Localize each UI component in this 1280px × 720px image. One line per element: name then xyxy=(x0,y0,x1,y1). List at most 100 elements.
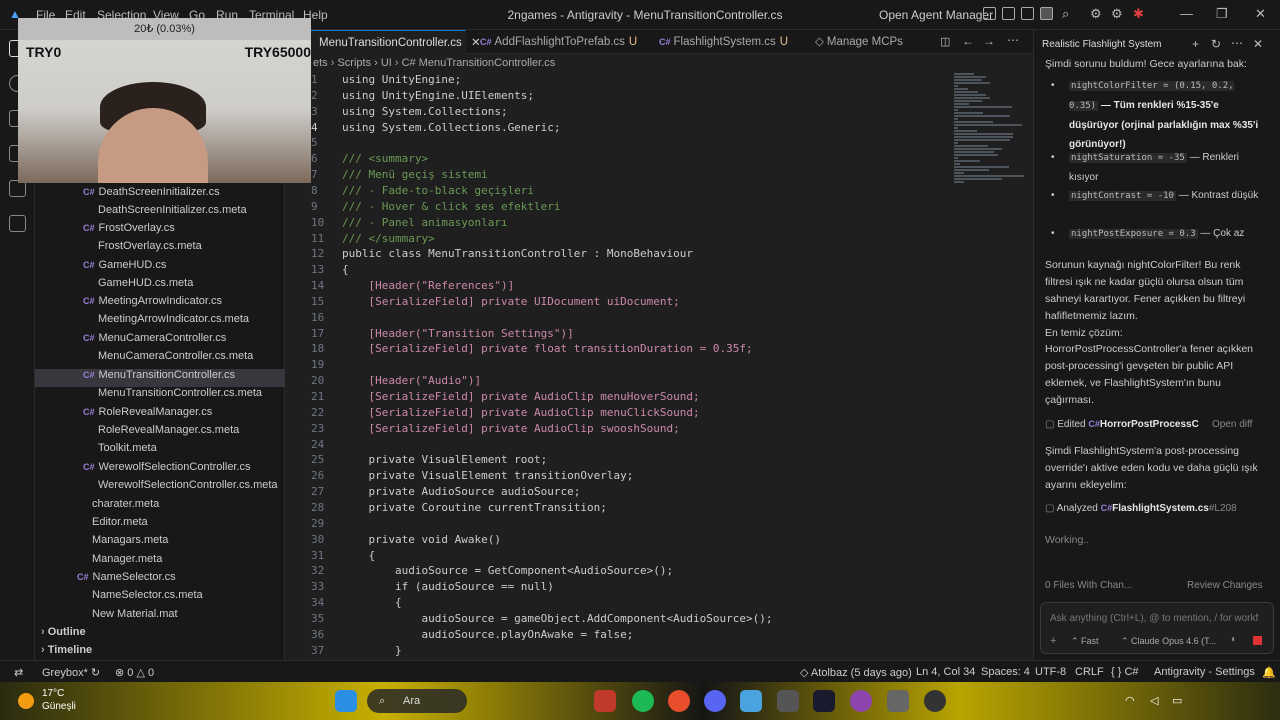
discord-icon[interactable] xyxy=(704,690,726,712)
code-line[interactable]: private Coroutine currentTransition; xyxy=(342,501,951,514)
code-line[interactable]: [SerializeField] private AudioClip menuC… xyxy=(342,406,951,419)
file-item[interactable]: Managars.meta xyxy=(35,534,285,552)
code-line[interactable]: using System.Collections; xyxy=(342,105,951,118)
file-item[interactable]: Manager.meta xyxy=(35,553,285,571)
code-line[interactable]: using UnityEngine.UIElements; xyxy=(342,89,951,102)
code-line[interactable]: /// - Hover & click ses efektleri xyxy=(342,200,951,213)
cursor-position[interactable]: Ln 4, Col 34 xyxy=(916,666,975,678)
file-item[interactable]: RoleRevealManager.cs.meta xyxy=(35,424,285,442)
store-icon[interactable] xyxy=(594,690,616,712)
file-item[interactable]: MenuCameraController.cs.meta xyxy=(35,350,285,368)
code-line[interactable]: public class MenuTransitionController : … xyxy=(342,247,951,260)
minimap[interactable] xyxy=(951,72,1031,432)
wifi-icon[interactable]: ◠ xyxy=(1125,694,1135,707)
extensions-icon[interactable] xyxy=(9,215,26,232)
file-item[interactable]: C# MeetingArrowIndicator.cs xyxy=(35,295,285,313)
language-mode[interactable]: { } C# xyxy=(1111,666,1139,678)
tab-flashlight-system[interactable]: C# FlashlightSystem.cs U xyxy=(651,30,801,54)
code-line[interactable]: private void Awake() xyxy=(342,533,951,546)
code-line[interactable]: [Header("Audio")] xyxy=(342,374,951,387)
file-item[interactable]: New Material.mat xyxy=(35,608,285,626)
volume-icon[interactable]: ◁ xyxy=(1150,694,1158,707)
code-line[interactable]: using UnityEngine; xyxy=(342,73,951,86)
review-changes-button[interactable]: Review Changes xyxy=(1187,580,1263,591)
file-item[interactable]: charater.meta xyxy=(35,498,285,516)
file-item[interactable]: FrostOverlay.cs.meta xyxy=(35,240,285,258)
file-item[interactable]: NameSelector.cs.meta xyxy=(35,589,285,607)
file-item[interactable]: Editor.meta xyxy=(35,516,285,534)
file-item[interactable]: DeathScreenInitializer.cs.meta xyxy=(35,204,285,222)
code-line[interactable]: using System.Collections.Generic; xyxy=(342,121,951,134)
code-line[interactable]: } xyxy=(342,644,951,657)
file-item[interactable]: C# FrostOverlay.cs xyxy=(35,222,285,240)
stop-button[interactable] xyxy=(1253,636,1262,645)
line-ending[interactable]: CRLF xyxy=(1075,666,1104,678)
taskbar-search[interactable]: ⌕ Ara xyxy=(367,689,467,713)
maximize-icon[interactable]: ❐ xyxy=(1216,6,1228,22)
tab-add-flashlight[interactable]: C# AddFlashlightToPrefab.cs U xyxy=(472,30,642,54)
code-line[interactable]: audioSource = GetComponent<AudioSource>(… xyxy=(342,564,951,577)
toggle-secondary-sidebar-icon[interactable] xyxy=(1040,7,1053,20)
add-context-icon[interactable]: + xyxy=(1050,635,1056,647)
extension-icon[interactable]: ✱ xyxy=(1133,6,1144,22)
close-panel-icon[interactable]: ✕ xyxy=(1253,37,1263,51)
edited-file-row[interactable]: ▢ Edited C#HorrorPostProcessC Open diff xyxy=(1045,419,1270,430)
recording-icon[interactable] xyxy=(924,690,946,712)
unity-icon[interactable] xyxy=(777,690,799,712)
breadcrumb[interactable]: ets › Scripts › UI › C# MenuTransitionCo… xyxy=(313,57,555,69)
file-item[interactable]: C# GameHUD.cs xyxy=(35,259,285,277)
toggle-sidebar-icon[interactable] xyxy=(1002,7,1015,20)
go-forward-icon[interactable]: → xyxy=(983,34,995,48)
minimize-icon[interactable]: — xyxy=(1180,6,1193,21)
mode-dropdown[interactable]: ⌃ Fast xyxy=(1071,636,1099,647)
close-window-icon[interactable]: ✕ xyxy=(1255,6,1266,22)
steam-icon[interactable] xyxy=(887,690,909,712)
layout-icon[interactable] xyxy=(983,7,996,20)
encoding[interactable]: UTF-8 xyxy=(1035,666,1066,678)
file-item[interactable]: C# RoleRevealManager.cs xyxy=(35,406,285,424)
tab-menu-transition-controller[interactable]: MenuTransitionController.cs ✕ xyxy=(311,30,481,54)
code-line[interactable]: private VisualElement transitionOverlay; xyxy=(342,469,951,482)
file-item[interactable]: GameHUD.cs.meta xyxy=(35,277,285,295)
code-line[interactable]: [Header("References")] xyxy=(342,279,951,292)
code-line[interactable]: /// <summary> xyxy=(342,152,951,165)
more-actions-icon[interactable]: ⋯ xyxy=(1007,33,1019,47)
code-line[interactable]: audioSource.playOnAwake = false; xyxy=(342,628,951,641)
file-item[interactable]: C# MenuCameraController.cs xyxy=(35,332,285,350)
code-line[interactable]: [SerializeField] private UIDocument uiDo… xyxy=(342,295,951,308)
history-icon[interactable]: ↻ xyxy=(1211,37,1221,51)
file-item[interactable]: MenuTransitionController.cs.meta xyxy=(35,387,285,405)
obs-icon[interactable] xyxy=(850,690,872,712)
file-item[interactable]: Toolkit.meta xyxy=(35,442,285,460)
code-editor[interactable]: 1 using UnityEngine; 2 using UnityEngine.UI… xyxy=(311,72,951,660)
problems-indicator[interactable]: ⊗ 0 △ 0 xyxy=(115,666,154,679)
toggle-panel-icon[interactable] xyxy=(1021,7,1034,20)
code-line[interactable]: /// </summary> xyxy=(342,232,951,245)
app-icon[interactable] xyxy=(740,690,762,712)
code-line[interactable]: [SerializeField] private AudioClip menuH… xyxy=(342,390,951,403)
code-line[interactable]: /// - Fade-to-black geçişleri xyxy=(342,184,951,197)
new-chat-icon[interactable]: + xyxy=(1192,37,1199,51)
file-item[interactable]: C# WerewolfSelectionController.cs xyxy=(35,461,285,479)
remote-icon[interactable]: ⇄ xyxy=(14,666,23,679)
code-line[interactable]: [SerializeField] private float transitio… xyxy=(342,342,951,355)
file-item-selected[interactable]: C# MenuTransitionController.cs xyxy=(35,369,285,387)
notifications-icon[interactable]: 🔔 xyxy=(1262,666,1276,679)
split-editor-icon[interactable]: ◫ xyxy=(940,35,950,48)
code-line[interactable]: private VisualElement root; xyxy=(342,453,951,466)
code-line[interactable]: if (audioSource == null) xyxy=(342,580,951,593)
file-item[interactable]: C# NameSelector.cs xyxy=(35,571,285,589)
code-line[interactable]: audioSource = gameObject.AddComponent<Au… xyxy=(342,612,951,625)
settings-icon[interactable]: ⚙ xyxy=(1111,6,1123,22)
code-line[interactable]: private AudioSource audioSource; xyxy=(342,485,951,498)
mic-icon[interactable]: ◐ xyxy=(1231,634,1237,645)
search-icon[interactable]: ⌕ xyxy=(1062,6,1069,22)
start-icon[interactable] xyxy=(335,690,357,712)
weather-widget[interactable]: 17°C Güneşli xyxy=(42,687,76,713)
git-blame[interactable]: ◇ Atolbaz (5 days ago) xyxy=(800,666,912,679)
code-line[interactable]: /// Menü geçiş sistemi xyxy=(342,168,951,181)
indentation[interactable]: Spaces: 4 xyxy=(981,666,1030,678)
antigravity-icon[interactable] xyxy=(813,690,835,712)
branch-indicator[interactable]: Greybox* ↻ xyxy=(42,666,100,679)
analyzed-file-row[interactable]: ▢ Analyzed C#FlashlightSystem.cs#L208 xyxy=(1045,503,1270,514)
